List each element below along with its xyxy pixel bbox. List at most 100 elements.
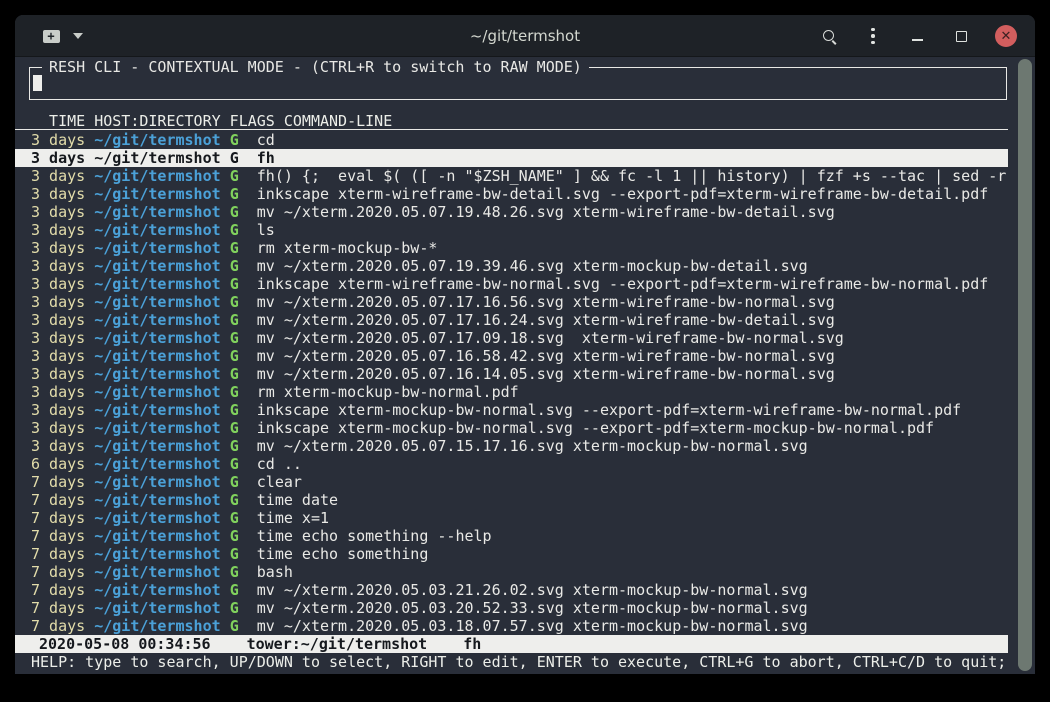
row-time: 6 days (31, 455, 94, 473)
row-flags: G (230, 221, 239, 239)
row-flags: G (230, 419, 239, 437)
history-row[interactable]: 6 days ~/git/termshot G cd .. (15, 455, 1008, 473)
row-time: 7 days (31, 563, 94, 581)
row-time: 3 days (31, 275, 94, 293)
menu-button[interactable] (863, 26, 883, 46)
row-command: mv ~/xterm.2020.05.07.19.48.26.svg xterm… (239, 203, 835, 221)
history-row[interactable]: 3 days ~/git/termshot G mv ~/xterm.2020.… (15, 311, 1008, 329)
row-time: 3 days (31, 437, 94, 455)
row-time: 7 days (31, 545, 94, 563)
restore-button[interactable] (951, 26, 971, 46)
row-command: ls (239, 221, 275, 239)
row-command: mv ~/xterm.2020.05.07.17.16.24.svg xterm… (239, 311, 835, 329)
row-command: mv ~/xterm.2020.05.03.21.26.02.svg xterm… (239, 581, 808, 599)
status-location: tower:~/git/termshot (247, 635, 428, 653)
history-row[interactable]: 7 days ~/git/termshot G time echo someth… (15, 527, 1008, 545)
row-command: mv ~/xterm.2020.05.03.20.52.33.svg xterm… (239, 599, 808, 617)
row-directory: ~/git/termshot (94, 599, 229, 617)
row-command: time date (239, 491, 338, 509)
history-row[interactable]: 7 days ~/git/termshot G mv ~/xterm.2020.… (15, 617, 1008, 635)
row-directory: ~/git/termshot (94, 149, 229, 167)
row-flags: G (230, 185, 239, 203)
history-row[interactable]: 3 days ~/git/termshot G mv ~/xterm.2020.… (15, 347, 1008, 365)
row-command: mv ~/xterm.2020.05.07.15.17.16.svg xterm… (239, 437, 808, 455)
history-row[interactable]: 3 days ~/git/termshot G mv ~/xterm.2020.… (15, 329, 1008, 347)
row-flags: G (230, 545, 239, 563)
scrollbar-thumb[interactable] (1018, 59, 1032, 671)
row-directory: ~/git/termshot (94, 419, 229, 437)
history-row[interactable]: 3 days ~/git/termshot G mv ~/xterm.2020.… (15, 437, 1008, 455)
status-command: fh (463, 635, 481, 653)
row-directory: ~/git/termshot (94, 401, 229, 419)
minimize-button[interactable] (907, 26, 927, 46)
history-row[interactable]: 3 days ~/git/termshot G inkscape xterm-w… (15, 185, 1008, 203)
row-directory: ~/git/termshot (94, 365, 229, 383)
new-tab-icon: + (43, 30, 60, 43)
row-flags: G (230, 149, 239, 167)
history-row[interactable]: 3 days ~/git/termshot G inkscape xterm-m… (15, 419, 1008, 437)
history-row[interactable]: 3 days ~/git/termshot G mv ~/xterm.2020.… (15, 257, 1008, 275)
row-time: 3 days (31, 347, 94, 365)
history-row[interactable]: 7 days ~/git/termshot G time echo someth… (15, 545, 1008, 563)
row-command: time echo something (239, 545, 429, 563)
history-row[interactable]: 7 days ~/git/termshot G time date (15, 491, 1008, 509)
history-row[interactable]: 7 days ~/git/termshot G clear (15, 473, 1008, 491)
row-directory: ~/git/termshot (94, 581, 229, 599)
row-directory: ~/git/termshot (94, 239, 229, 257)
row-time: 7 days (31, 527, 94, 545)
new-tab-button[interactable]: + (39, 26, 63, 46)
history-row[interactable]: 3 days ~/git/termshot G ls (15, 221, 1008, 239)
row-directory: ~/git/termshot (94, 437, 229, 455)
status-bar: 2020-05-08 00:34:56tower:~/git/termshotf… (15, 635, 1008, 653)
row-command: inkscape xterm-wireframe-bw-detail.svg -… (239, 185, 989, 203)
row-flags: G (230, 455, 239, 473)
history-row[interactable]: 3 days ~/git/termshot G inkscape xterm-w… (15, 275, 1008, 293)
row-command: inkscape xterm-mockup-bw-normal.svg --ex… (239, 401, 961, 419)
history-row[interactable]: 3 days ~/git/termshot G rm xterm-mockup-… (15, 239, 1008, 257)
row-command: time x=1 (239, 509, 329, 527)
resh-search-box[interactable]: RESH CLI - CONTEXTUAL MODE - (CTRL+R to … (29, 67, 1007, 100)
row-directory: ~/git/termshot (94, 563, 229, 581)
row-flags: G (230, 509, 239, 527)
history-row[interactable]: 3 days ~/git/termshot G fh (15, 149, 1008, 167)
history-row[interactable]: 3 days ~/git/termshot G cd (15, 131, 1008, 149)
row-flags: G (230, 473, 239, 491)
row-directory: ~/git/termshot (94, 617, 229, 635)
row-command: mv ~/xterm.2020.05.07.16.14.05.svg xterm… (239, 365, 835, 383)
titlebar[interactable]: + ~/git/termshot ✕ (15, 15, 1035, 57)
search-button[interactable] (819, 26, 839, 46)
row-flags: G (230, 257, 239, 275)
row-flags: G (230, 581, 239, 599)
scrollbar[interactable] (1017, 57, 1033, 674)
history-row[interactable]: 3 days ~/git/termshot G mv ~/xterm.2020.… (15, 293, 1008, 311)
row-directory: ~/git/termshot (94, 185, 229, 203)
row-flags: G (230, 167, 239, 185)
row-time: 3 days (31, 401, 94, 419)
restore-icon (955, 30, 966, 41)
row-directory: ~/git/termshot (94, 491, 229, 509)
row-command: cd .. (239, 455, 302, 473)
history-row[interactable]: 3 days ~/git/termshot G rm xterm-mockup-… (15, 383, 1008, 401)
history-row[interactable]: 3 days ~/git/termshot G fh() {; eval $( … (15, 167, 1008, 185)
row-flags: G (230, 293, 239, 311)
row-command: bash (239, 563, 293, 581)
text-cursor (33, 75, 42, 91)
row-time: 3 days (31, 329, 94, 347)
dropdown-caret-icon[interactable] (73, 33, 83, 39)
history-row[interactable]: 7 days ~/git/termshot G bash (15, 563, 1008, 581)
terminal-screen[interactable]: RESH CLI - CONTEXTUAL MODE - (CTRL+R to … (15, 57, 1035, 674)
row-flags: G (230, 527, 239, 545)
history-row[interactable]: 7 days ~/git/termshot G time x=1 (15, 509, 1008, 527)
history-row[interactable]: 7 days ~/git/termshot G mv ~/xterm.2020.… (15, 599, 1008, 617)
row-directory: ~/git/termshot (94, 347, 229, 365)
close-button[interactable]: ✕ (995, 25, 1017, 47)
history-row[interactable]: 3 days ~/git/termshot G inkscape xterm-m… (15, 401, 1008, 419)
history-row[interactable]: 7 days ~/git/termshot G mv ~/xterm.2020.… (15, 581, 1008, 599)
row-time: 7 days (31, 473, 94, 491)
history-row[interactable]: 3 days ~/git/termshot G mv ~/xterm.2020.… (15, 365, 1008, 383)
terminal-window: + ~/git/termshot ✕ RESH CLI - CONT (15, 15, 1035, 674)
row-flags: G (230, 491, 239, 509)
history-row[interactable]: 3 days ~/git/termshot G mv ~/xterm.2020.… (15, 203, 1008, 221)
row-time: 7 days (31, 617, 94, 635)
row-time: 7 days (31, 491, 94, 509)
